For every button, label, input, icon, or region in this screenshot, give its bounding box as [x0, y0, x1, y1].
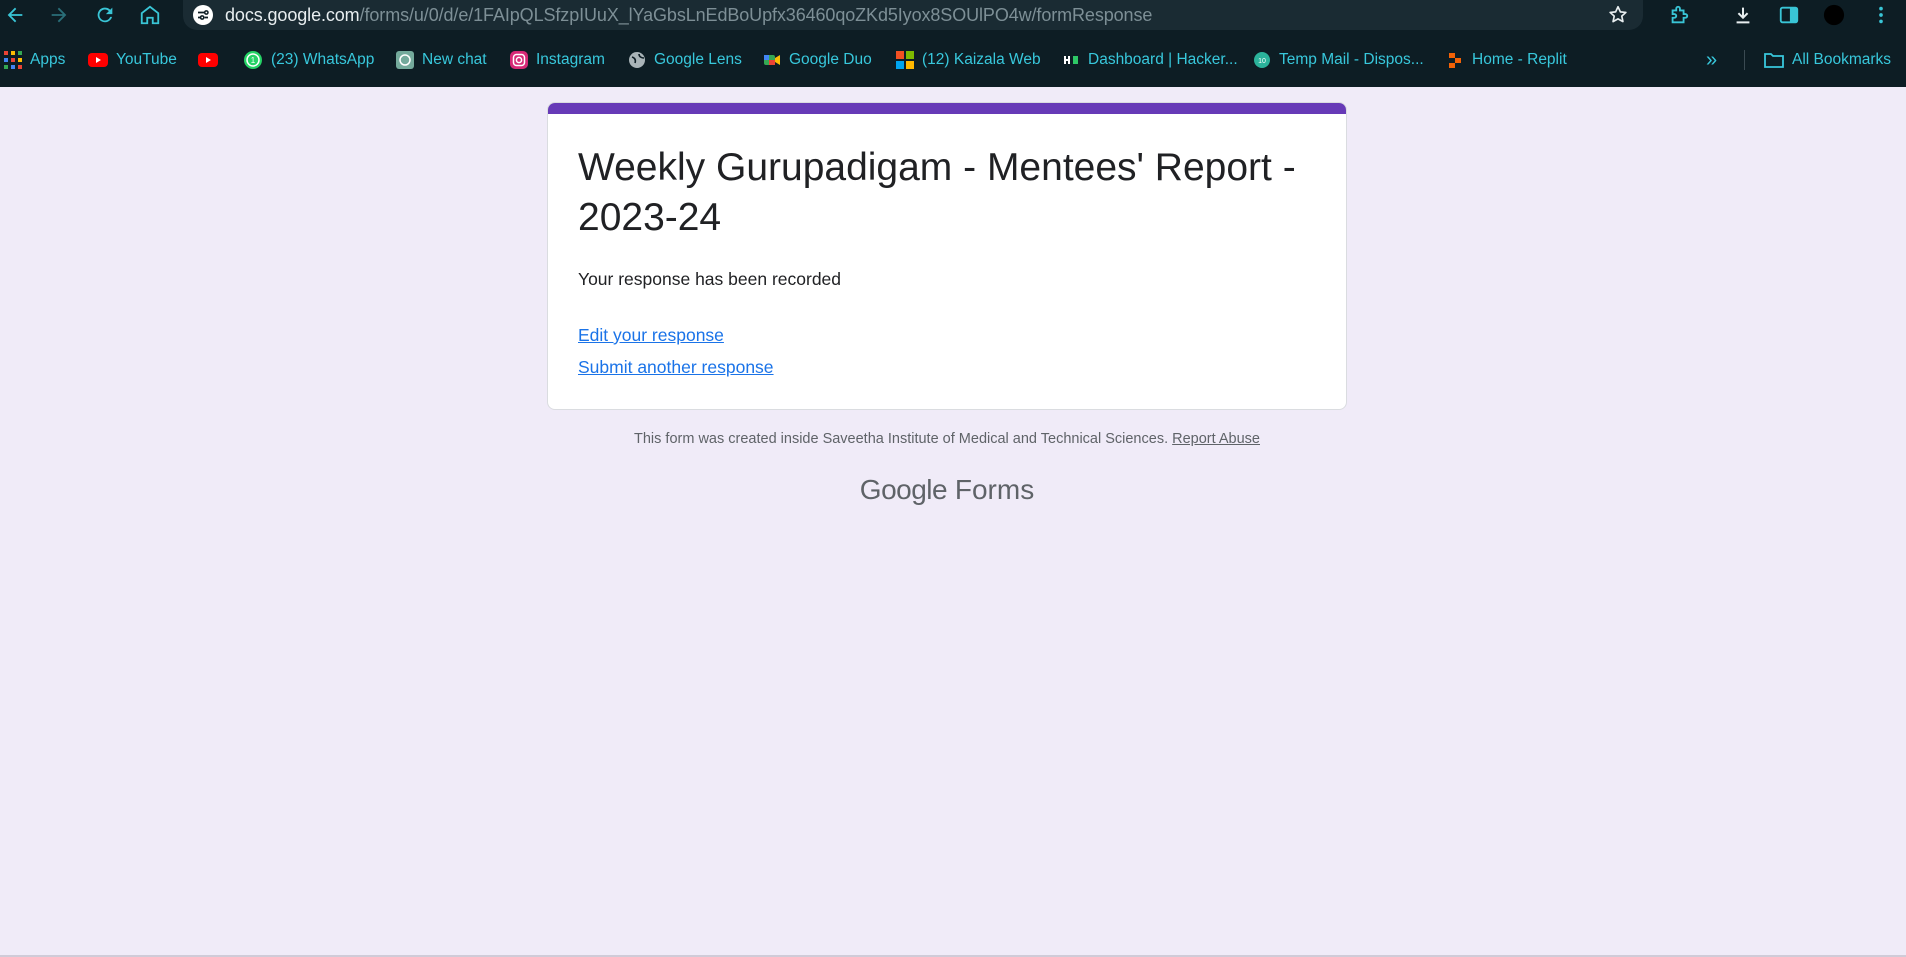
- google-duo-icon: [764, 55, 780, 65]
- apps-grid-icon: [4, 51, 22, 69]
- bookmark-label: (23) WhatsApp: [271, 51, 375, 68]
- download-button[interactable]: [1728, 0, 1758, 30]
- hackerrank-icon: [1062, 51, 1080, 69]
- youtube-icon: [88, 53, 108, 67]
- side-panel-button[interactable]: [1774, 0, 1804, 30]
- bookmark-replit[interactable]: Home - Replit: [1446, 49, 1567, 71]
- bookmark-google-lens[interactable]: Google Lens: [628, 49, 742, 71]
- bookmark-label: Google Duo: [789, 51, 872, 68]
- chevron-double-right-icon: »: [1706, 48, 1718, 71]
- bookmark-hackerrank[interactable]: Dashboard | Hacker...: [1062, 49, 1238, 71]
- replit-icon: [1449, 53, 1461, 68]
- profile-avatar: [1823, 4, 1845, 26]
- profile-button[interactable]: [1819, 0, 1849, 30]
- temp-mail-icon: 10: [1254, 52, 1270, 68]
- forward-icon: [51, 7, 67, 23]
- back-icon: [7, 7, 23, 23]
- bookmark-label: Instagram: [536, 51, 605, 68]
- form-title: Weekly Gurupadigam - Mentees' Report - 2…: [578, 146, 1296, 239]
- whatsapp-icon: 1: [244, 51, 262, 69]
- extensions-button[interactable]: [1664, 0, 1694, 30]
- bookmark-apps[interactable]: Apps: [4, 49, 65, 71]
- form-accent-bar: [548, 103, 1346, 114]
- forward-button[interactable]: [44, 0, 74, 30]
- svg-text:1: 1: [251, 56, 256, 65]
- bookmark-temp-mail[interactable]: 10 Temp Mail - Dispos...: [1253, 49, 1424, 71]
- back-button[interactable]: [0, 0, 30, 30]
- microsoft-icon: [896, 51, 914, 69]
- reload-button[interactable]: [90, 0, 120, 30]
- site-settings-icon[interactable]: [193, 5, 213, 25]
- browser-toolbar: docs.google.com/forms/u/0/d/e/1FAIpQLSfz…: [0, 0, 1906, 30]
- reload-icon: [97, 7, 113, 23]
- extensions-icon: [1671, 5, 1689, 24]
- form-footer: This form was created inside Saveetha In…: [547, 431, 1347, 447]
- all-bookmarks-label: All Bookmarks: [1792, 51, 1892, 68]
- home-button[interactable]: [135, 0, 165, 30]
- home-icon: [140, 5, 160, 25]
- report-abuse-link[interactable]: Report Abuse: [1172, 431, 1260, 447]
- url-host: docs.google.com: [225, 4, 360, 25]
- youtube-icon: [198, 53, 218, 67]
- edit-response-link[interactable]: Edit your response: [578, 325, 724, 346]
- confirmation-message: Your response has been recorded: [578, 269, 842, 289]
- folder-icon: [1764, 53, 1784, 68]
- svg-text:10: 10: [1258, 58, 1266, 65]
- url-path: /forms/u/0/d/e/1FAIpQLSfzpIUuX_lYaGbsLnE…: [359, 4, 1153, 25]
- bookmark-youtube[interactable]: YouTube: [88, 49, 177, 71]
- bookmark-label: (12) Kaizala Web: [922, 51, 1041, 68]
- bookmark-new-chat[interactable]: New chat: [396, 49, 487, 71]
- bookmark-google-duo[interactable]: Google Duo: [763, 49, 872, 71]
- chatgpt-icon: [396, 51, 414, 69]
- globe-icon: [629, 52, 645, 68]
- url-text: docs.google.com/forms/u/0/d/e/1FAIpQLSfz…: [225, 5, 1152, 26]
- bookmarks-divider: [1744, 50, 1745, 70]
- brand-forms: Forms: [954, 474, 1035, 505]
- footer-disclaimer: This form was created inside Saveetha In…: [634, 431, 1169, 447]
- all-bookmarks-button[interactable]: All Bookmarks: [1764, 49, 1891, 71]
- bookmark-whatsapp[interactable]: 1 (23) WhatsApp: [243, 49, 374, 71]
- bookmarks-bar: Apps YouTube 1 (23) WhatsApp New chat In…: [0, 30, 1906, 87]
- brand-google: Google: [859, 474, 948, 505]
- google-forms-logo[interactable]: Google Forms: [547, 474, 1347, 506]
- instagram-icon: [510, 51, 528, 69]
- bookmark-youtube-2[interactable]: [198, 49, 218, 71]
- bookmark-instagram[interactable]: Instagram: [510, 49, 605, 71]
- bookmark-label: Dashboard | Hacker...: [1088, 51, 1238, 68]
- bookmark-star-icon[interactable]: [1607, 4, 1629, 26]
- menu-icon: [1879, 6, 1883, 24]
- bookmark-label: Google Lens: [654, 51, 742, 68]
- side-panel-icon: [1779, 6, 1799, 24]
- bookmark-label: Temp Mail - Dispos...: [1279, 51, 1424, 68]
- menu-button[interactable]: [1866, 0, 1896, 30]
- bookmark-kaizala[interactable]: (12) Kaizala Web: [896, 49, 1041, 71]
- address-bar[interactable]: docs.google.com/forms/u/0/d/e/1FAIpQLSfz…: [183, 0, 1643, 30]
- bookmarks-overflow-button[interactable]: »: [1706, 49, 1717, 71]
- bookmark-label: Apps: [30, 51, 66, 68]
- bookmark-label: Home - Replit: [1472, 51, 1567, 68]
- download-icon: [1736, 7, 1750, 24]
- submit-another-response-link[interactable]: Submit another response: [578, 357, 774, 378]
- bookmark-label: YouTube: [116, 51, 177, 68]
- bookmark-label: New chat: [422, 51, 487, 68]
- form-response-card: Weekly Gurupadigam - Mentees' Report - 2…: [547, 102, 1347, 410]
